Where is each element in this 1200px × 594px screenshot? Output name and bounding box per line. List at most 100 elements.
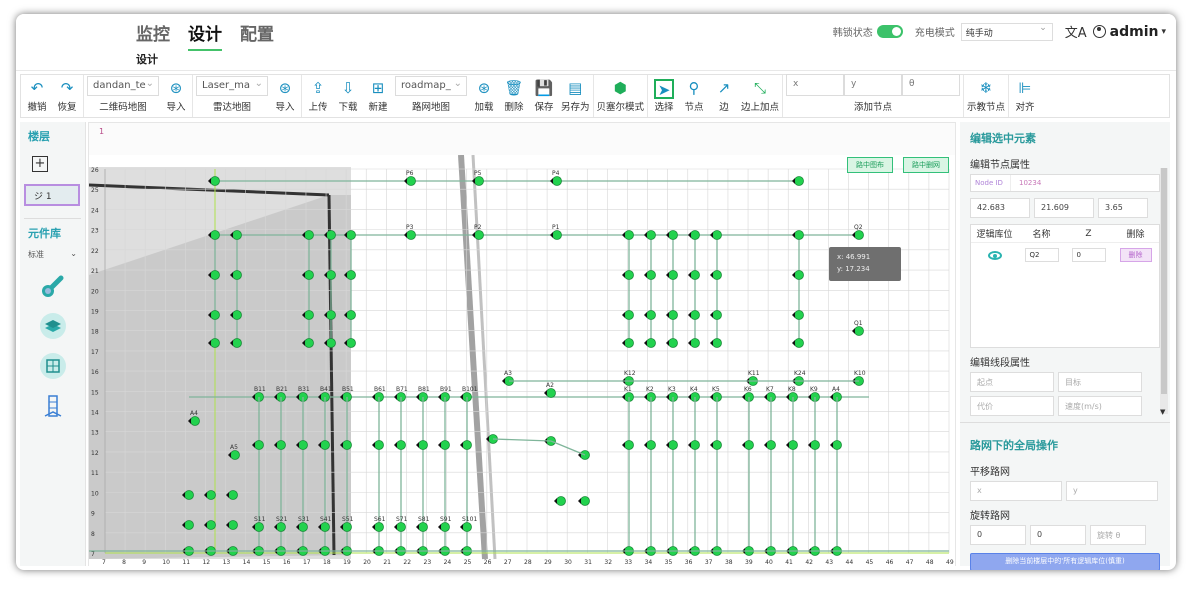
redo-button[interactable]: ↷ 恢复 xyxy=(54,79,80,113)
charge-mode-select[interactable]: 纯手动 xyxy=(960,22,1053,41)
node-arrow xyxy=(644,394,647,400)
node-component-icon[interactable] xyxy=(39,272,67,300)
upload-button[interactable]: ⇪ 上传 xyxy=(305,79,331,113)
building-icon[interactable] xyxy=(39,392,67,420)
load-label: 加载 xyxy=(474,102,494,113)
rotate-theta-input[interactable]: 旋转 θ xyxy=(1090,525,1146,545)
main-tabs: 监控 设计 配置 xyxy=(136,18,274,51)
path-delete-button[interactable]: 路中删网 xyxy=(903,157,949,173)
save-button[interactable]: 💾 保存 xyxy=(531,79,557,113)
node-arrow xyxy=(710,340,713,346)
roadmap-select[interactable]: roadmap_ xyxy=(395,76,467,96)
node-arrow xyxy=(550,178,553,184)
eye-icon[interactable] xyxy=(987,250,1002,260)
edge-start-input[interactable]: 起点 xyxy=(970,372,1054,392)
laser-map-select[interactable]: Laser_ma xyxy=(196,76,268,96)
layers-icon[interactable] xyxy=(39,312,67,340)
node-x-input[interactable]: 42.683 xyxy=(970,198,1030,218)
map-tab[interactable]: 1 xyxy=(99,127,104,136)
node-arrow xyxy=(710,442,713,448)
node-tool-button[interactable]: ⚲ 节点 xyxy=(681,79,707,113)
col-tick-label: 26 xyxy=(484,559,492,566)
translate-x-input[interactable]: x xyxy=(970,481,1062,501)
header-right: 韩锁状态 充电模式 纯手动 文A admin ▾ xyxy=(833,22,1166,41)
node-arrow xyxy=(578,498,581,504)
road-node xyxy=(624,338,634,348)
floor-item[interactable]: ジ 1 xyxy=(24,184,80,206)
add-node-group: x y θ 添加节点 xyxy=(783,74,965,117)
add-node-y-input[interactable]: y xyxy=(844,74,903,96)
rotate-y-input[interactable]: 0 xyxy=(1030,525,1086,545)
node-arrow xyxy=(372,442,375,448)
align-button[interactable]: ⊫ 对齐 xyxy=(1012,79,1038,113)
road-node xyxy=(326,338,336,348)
col-tick-label: 22 xyxy=(403,559,411,566)
node-arrow xyxy=(404,232,407,238)
chevron-down-icon[interactable]: ▾ xyxy=(1161,27,1166,37)
laser-map-dropdown[interactable]: Laser_ma 雷达地图 xyxy=(196,76,268,113)
add-floor-button[interactable]: + xyxy=(32,156,48,172)
bezier-mode-button[interactable]: ⬢ 贝塞尔模式 xyxy=(597,79,645,113)
add-node-theta-input[interactable]: θ xyxy=(902,74,961,96)
table-header: 逻辑库位 名称 Z 删除 xyxy=(971,225,1159,243)
row-tick-label: 22 xyxy=(91,248,99,255)
road-node xyxy=(418,522,428,532)
node-label: S101 xyxy=(462,516,477,523)
row-tick-label: 14 xyxy=(91,410,99,417)
col-tick-label: 18 xyxy=(323,559,331,566)
undo-button[interactable]: ↶ 撤销 xyxy=(24,79,50,113)
select-tool-button[interactable]: ➤ 选择 xyxy=(651,79,677,113)
rotate-x-input[interactable]: 0 xyxy=(970,525,1026,545)
add-node-x-input[interactable]: x xyxy=(786,74,845,96)
delete-location-button[interactable]: 删除 xyxy=(1119,248,1152,262)
import-laser-button[interactable]: ⊛ 导入 xyxy=(272,79,298,113)
location-z-input[interactable]: 0 xyxy=(1071,248,1106,262)
new-button[interactable]: ⊞ 新建 xyxy=(365,79,391,113)
scroll-down-icon[interactable]: ▼ xyxy=(1160,408,1165,416)
tab-design[interactable]: 设计 xyxy=(188,18,222,51)
edge-add-node-button[interactable]: ⤡ 边上加点 xyxy=(741,79,779,113)
language-icon[interactable]: 文A xyxy=(1065,22,1087,41)
component-set-select[interactable]: 标准 ⌄ xyxy=(24,249,81,260)
grid-icon[interactable] xyxy=(39,352,67,380)
roadmap-dropdown[interactable]: roadmap_ 路网地图 xyxy=(395,76,467,113)
translate-y-input[interactable]: y xyxy=(1066,481,1158,501)
import-qr-button[interactable]: ⊛ 导入 xyxy=(163,79,189,113)
location-name-input[interactable]: Q2 xyxy=(1024,248,1059,262)
road-node xyxy=(624,310,634,320)
node-props-title: 编辑节点属性 xyxy=(970,160,1030,171)
node-arrow xyxy=(438,442,441,448)
load-button[interactable]: ⊛ 加载 xyxy=(471,79,497,113)
col-tick-label: 34 xyxy=(645,559,653,566)
path-display-button[interactable]: 路中图布 xyxy=(847,157,893,173)
properties-scrollbar[interactable]: ▼ xyxy=(1160,168,1168,416)
scrollbar-thumb[interactable] xyxy=(1161,168,1167,394)
map-canvas[interactable]: 26 25 24 23 22 21 20 19 18 17 16 15 14 13 12 11 10 9 8 7 7 8 9… xyxy=(88,154,955,566)
tab-monitor[interactable]: 监控 xyxy=(136,18,170,51)
qr-map-dropdown[interactable]: dandan_te 二维码地图 xyxy=(87,76,159,113)
save-as-button[interactable]: ▤ 另存为 xyxy=(561,79,590,113)
node-y-input[interactable]: 21.609 xyxy=(1034,198,1094,218)
edge-tool-button[interactable]: ↗ 边 xyxy=(711,79,737,113)
delete-map-button[interactable]: 🗑 删除 xyxy=(501,79,527,113)
lock-status-toggle[interactable] xyxy=(876,25,903,38)
node-theta-input[interactable]: 3.65 xyxy=(1098,198,1148,218)
subtab-design[interactable]: 设计 xyxy=(136,51,158,67)
download-button[interactable]: ⇩ 下载 xyxy=(335,79,361,113)
node-arrow xyxy=(644,312,647,318)
qr-map-select[interactable]: dandan_te xyxy=(87,76,159,96)
tab-config[interactable]: 配置 xyxy=(240,18,274,51)
delete-all-locations-button[interactable]: 删除当前楼层中的'所有逻辑库位(慎重) xyxy=(970,553,1160,570)
node-arrow xyxy=(742,394,745,400)
teach-nodes-button[interactable]: ❄ 示教节点 xyxy=(967,79,1005,113)
road-node xyxy=(374,522,384,532)
edge-target-input[interactable]: 目标 xyxy=(1058,372,1142,392)
row-tick-label: 8 xyxy=(91,531,95,538)
edge-cost-input[interactable]: 代价 xyxy=(970,396,1054,416)
road-node xyxy=(418,440,428,450)
add-node-button[interactable]: 添加节点 xyxy=(854,99,892,113)
roadmap-canvas[interactable]: 26 25 24 23 22 21 20 19 18 17 16 15 14 13 12 11 10 9 8 77 8 9… xyxy=(88,154,955,566)
undo-icon: ↶ xyxy=(30,79,44,97)
edge-speed-input[interactable]: 速度(m/s) xyxy=(1058,396,1142,416)
user-name[interactable]: admin xyxy=(1110,24,1159,40)
